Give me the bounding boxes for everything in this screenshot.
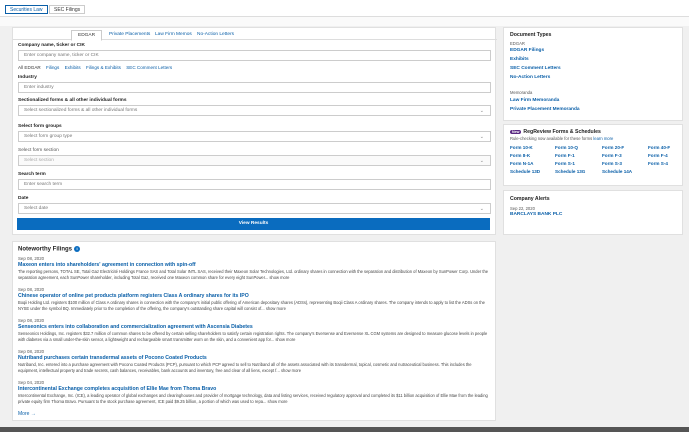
alert-date: Sep 22, 2020 bbox=[510, 206, 535, 211]
top-bar: Securities Law SEC Filings bbox=[0, 0, 689, 17]
filing-summary: The reporting persons, TOTAL SE, Total G… bbox=[18, 269, 489, 280]
date-select[interactable]: Select date ⌄ bbox=[18, 203, 491, 214]
industry-input[interactable]: Enter industry bbox=[18, 82, 491, 93]
filing-headline[interactable]: Chinese operator of online pet products … bbox=[18, 293, 492, 300]
industry-label: Industry bbox=[18, 75, 37, 80]
form-link[interactable]: Schedule 14A bbox=[602, 169, 632, 174]
filing-item: Sep 08, 2020 Chinese operator of online … bbox=[18, 287, 492, 312]
link-sec-comment-letters[interactable]: SEC Comment Letters bbox=[510, 66, 561, 71]
form-link[interactable]: Form 10-Q bbox=[555, 145, 578, 150]
link-private-placement-memoranda[interactable]: Private Placement Memoranda bbox=[510, 107, 580, 112]
more-link[interactable]: More → bbox=[18, 411, 36, 417]
company-input[interactable]: Enter company name, ticker or CIK bbox=[18, 50, 491, 61]
filing-item: Sep 04, 2020 Intercontinental Exchange c… bbox=[18, 380, 492, 405]
link-edgar-filings[interactable]: EDGAR Filings bbox=[510, 48, 544, 53]
edgar-group-label: EDGAR bbox=[510, 41, 525, 46]
form-link[interactable]: Form F-4 bbox=[648, 153, 668, 158]
alert-company-link[interactable]: BARCLAYS BANK PLC bbox=[510, 212, 562, 217]
chevron-down-icon: ⌄ bbox=[479, 134, 484, 140]
form-link[interactable]: Schedule 13D bbox=[510, 169, 540, 174]
filing-summary: Senseonics Holdings, Inc. registers $32.… bbox=[18, 331, 488, 342]
filing-summary: Boqii Holding Ltd. registers $100 millio… bbox=[18, 300, 485, 311]
tab-edgar[interactable]: EDGAR bbox=[71, 30, 103, 41]
filing-headline[interactable]: Intercontinental Exchange completes acqu… bbox=[18, 386, 492, 393]
company-label: Company name, ticker or CIK bbox=[18, 43, 85, 48]
bottom-bar bbox=[0, 427, 689, 432]
subnav-all-edgar[interactable]: All EDGAR bbox=[18, 65, 41, 70]
sectionalized-select[interactable]: Select sectionalized forms & all other i… bbox=[18, 105, 491, 116]
filing-summary: Intercontinental Exchange, Inc. (ICE), a… bbox=[18, 393, 488, 404]
regreview-subtitle: Rule-checking now available for these fo… bbox=[510, 136, 613, 141]
link-no-action-letters[interactable]: No-Action Letters bbox=[510, 75, 550, 80]
regreview-title-text: RegReview Forms & Schedules bbox=[523, 129, 601, 135]
tab-law-firm-memos[interactable]: Law Firm Memos bbox=[155, 30, 192, 39]
chevron-down-icon: ⌄ bbox=[479, 206, 484, 212]
tab-no-action-letters[interactable]: No-Action Letters bbox=[197, 30, 234, 39]
section-placeholder: Select section bbox=[24, 158, 54, 163]
chevron-down-icon: ⌄ bbox=[479, 108, 484, 114]
company-alerts-panel: Company Alerts Sep 22, 2020 BARCLAYS BAN… bbox=[503, 190, 683, 235]
groups-placeholder: Select form group type bbox=[24, 134, 73, 139]
filing-item: Sep 08, 2020 Senseonics enters into coll… bbox=[18, 318, 492, 343]
edgar-subnav: All EDGAR Filings Exhibits Filings & Exh… bbox=[18, 65, 176, 70]
document-types-title: Document Types bbox=[510, 32, 552, 38]
sectionalized-placeholder: Select sectionalized forms & all other i… bbox=[24, 108, 138, 113]
form-link[interactable]: Form S-1 bbox=[555, 161, 575, 166]
view-results-button[interactable]: View Results bbox=[17, 218, 490, 230]
link-exhibits[interactable]: Exhibits bbox=[510, 57, 529, 62]
filing-headline[interactable]: Senseonics enters into collaboration and… bbox=[18, 324, 492, 331]
filing-headline[interactable]: Maxeon enters into shareholders' agreeme… bbox=[18, 262, 492, 269]
form-link[interactable]: Form F-1 bbox=[555, 153, 575, 158]
form-link[interactable]: Form S-4 bbox=[648, 161, 668, 166]
filing-item: Sep 08, 2020 Nutriband purchases certain… bbox=[18, 349, 492, 374]
section-label: Select form section bbox=[18, 148, 59, 153]
date-placeholder: Select date bbox=[24, 206, 49, 211]
noteworthy-title: Noteworthy Filings i bbox=[18, 246, 80, 253]
learn-more-link[interactable]: learn more bbox=[593, 136, 613, 141]
subnav-exhibits[interactable]: Exhibits bbox=[65, 65, 81, 70]
tab-sec-filings[interactable]: SEC Filings bbox=[49, 5, 86, 14]
sectionalized-label: Sectionalized forms & all other individu… bbox=[18, 98, 127, 103]
groups-label: Select form groups bbox=[18, 124, 62, 129]
filing-headline[interactable]: Nutriband purchases certain transdermal … bbox=[18, 355, 492, 362]
info-icon[interactable]: i bbox=[74, 246, 80, 252]
memoranda-group-label: Memoranda bbox=[510, 90, 533, 95]
tab-private-placements[interactable]: Private Placements bbox=[109, 30, 150, 39]
form-link[interactable]: Schedule 13G bbox=[555, 169, 585, 174]
form-link[interactable]: Form 20-F bbox=[602, 145, 624, 150]
filing-summary: Nutriband, Inc. entered into a purchase … bbox=[18, 362, 472, 373]
form-link[interactable]: Form S-3 bbox=[602, 161, 622, 166]
tab-securities-law[interactable]: Securities Law bbox=[5, 5, 48, 14]
link-law-firm-memoranda[interactable]: Law Firm Memoranda bbox=[510, 98, 559, 103]
subnav-filings[interactable]: Filings bbox=[46, 65, 59, 70]
chevron-down-icon: ⌄ bbox=[479, 158, 484, 164]
form-link[interactable]: Form 8-K bbox=[510, 153, 530, 158]
edgar-search-panel: EDGAR Private Placements Law Firm Memos … bbox=[12, 27, 497, 235]
section-select[interactable]: Select section ⌄ bbox=[18, 155, 491, 166]
main-tabs: EDGAR Private Placements Law Firm Memos … bbox=[13, 28, 497, 41]
document-types-panel: Document Types EDGAR EDGAR Filings Exhib… bbox=[503, 27, 683, 121]
regreview-panel: New RegReview Forms & Schedules Rule-chec… bbox=[503, 124, 683, 186]
noteworthy-title-text: Noteworthy Filings bbox=[18, 246, 72, 253]
form-link[interactable]: Form F-3 bbox=[602, 153, 622, 158]
toolbar-strip bbox=[0, 17, 689, 26]
subnav-filings-exhibits[interactable]: Filings & Exhibits bbox=[86, 65, 121, 70]
new-badge: New bbox=[510, 130, 522, 134]
form-link[interactable]: Form 40-F bbox=[648, 145, 670, 150]
form-link[interactable]: Form N-1A bbox=[510, 161, 533, 166]
search-input[interactable]: Enter search term bbox=[18, 179, 491, 190]
subnav-sec-comment-letters[interactable]: SEC Comment Letters bbox=[126, 65, 172, 70]
regreview-title: New RegReview Forms & Schedules bbox=[510, 129, 601, 135]
date-label: Date bbox=[18, 196, 29, 201]
filing-item: Sep 08, 2020 Maxeon enters into sharehol… bbox=[18, 256, 492, 281]
form-group-select[interactable]: Select form group type ⌄ bbox=[18, 131, 491, 142]
regreview-subtitle-text: Rule-checking now available for these fo… bbox=[510, 136, 593, 141]
form-link[interactable]: Form 10-K bbox=[510, 145, 533, 150]
noteworthy-filings-panel: Noteworthy Filings i Sep 08, 2020 Maxeon … bbox=[12, 241, 496, 421]
search-label: Search term bbox=[18, 172, 46, 177]
company-alerts-title: Company Alerts bbox=[510, 196, 550, 202]
